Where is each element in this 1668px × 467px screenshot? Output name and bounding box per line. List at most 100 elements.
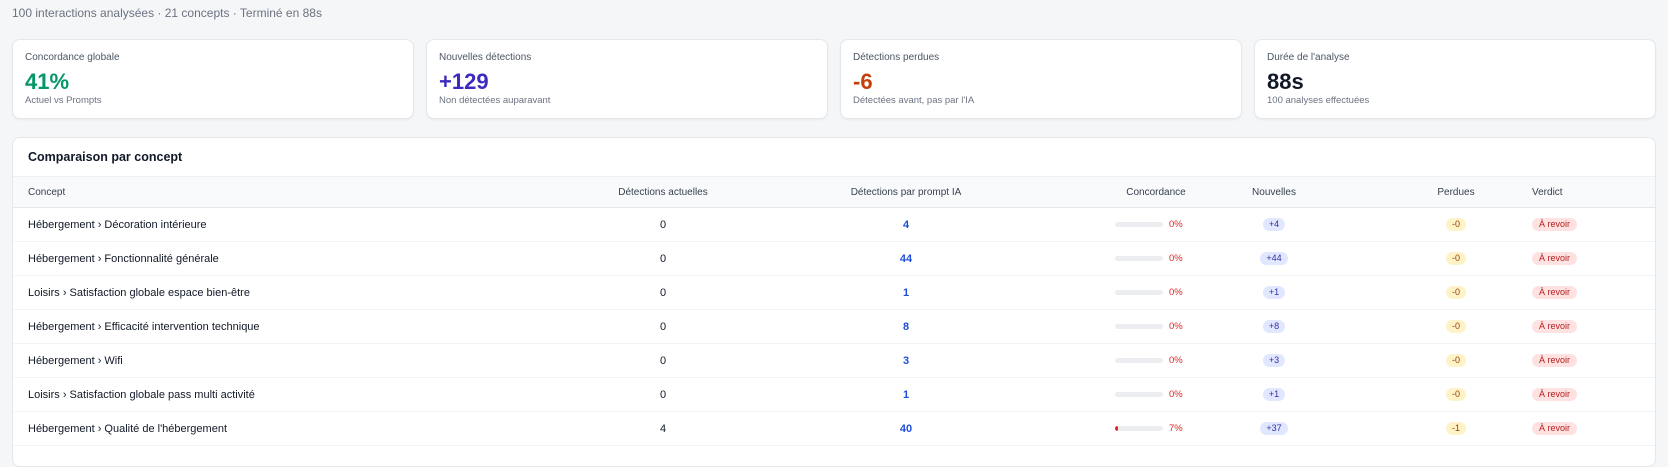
cell-new: +4 bbox=[1229, 208, 1319, 241]
cell-verdict: À revoir bbox=[1532, 242, 1578, 275]
concordance-bar bbox=[1115, 358, 1163, 363]
lost-badge: -0 bbox=[1445, 286, 1466, 299]
cell-concept: Hébergement › Fonctionnalité générale bbox=[28, 252, 219, 265]
card-subtext: Détectées avant, pas par l'IA bbox=[853, 95, 975, 106]
cell-concept: Loisirs › Satisfaction globale espace bi… bbox=[28, 286, 250, 299]
header-new[interactable]: Nouvelles bbox=[1229, 177, 1319, 207]
table-row[interactable]: Hébergement › Qualité de l'hébergement 4… bbox=[13, 412, 1655, 446]
card-label: Durée de l'analyse bbox=[1267, 52, 1350, 63]
concept-comparison-table: Comparaison par concept Concept Détectio… bbox=[12, 137, 1656, 467]
concordance-percent: 0% bbox=[1169, 219, 1183, 230]
new-badge: +4 bbox=[1262, 218, 1286, 231]
card-global-concordance: Concordance globale 41% Actuel vs Prompt… bbox=[12, 39, 414, 119]
cell-new: +8 bbox=[1229, 310, 1319, 343]
concordance-percent: 0% bbox=[1169, 321, 1183, 332]
lost-badge: -0 bbox=[1445, 388, 1466, 401]
cell-actual-detections: 0 bbox=[659, 354, 667, 367]
card-label: Nouvelles détections bbox=[439, 52, 532, 63]
header-prompt-detections[interactable]: Détections par prompt IA bbox=[826, 177, 986, 207]
card-value: 41% bbox=[25, 69, 70, 94]
cell-verdict: À revoir bbox=[1532, 276, 1578, 309]
cell-prompt-detections[interactable]: 3 bbox=[826, 344, 986, 377]
lost-badge: -1 bbox=[1445, 422, 1466, 435]
concordance-bar bbox=[1115, 392, 1163, 397]
table-row[interactable]: Hébergement › Fonctionnalité générale 0 … bbox=[13, 242, 1655, 276]
stats-cards: Concordance globale 41% Actuel vs Prompt… bbox=[12, 39, 1656, 119]
verdict-badge: À revoir bbox=[1532, 388, 1578, 401]
cell-concordance: 0% bbox=[1115, 242, 1215, 275]
new-badge: +37 bbox=[1260, 422, 1288, 435]
card-value: -6 bbox=[853, 69, 873, 94]
table-row[interactable]: Hébergement › Efficacité intervention te… bbox=[13, 310, 1655, 344]
cell-prompt-detections[interactable]: 1 bbox=[826, 378, 986, 411]
concordance-percent: 7% bbox=[1169, 423, 1183, 434]
cell-lost: -0 bbox=[1411, 378, 1501, 411]
concordance-bar bbox=[1115, 324, 1163, 329]
card-subtext: Non détectées auparavant bbox=[439, 95, 551, 106]
card-value: 88s bbox=[1267, 69, 1304, 94]
cell-actual-detections: 0 bbox=[659, 286, 667, 299]
cell-new: +1 bbox=[1229, 276, 1319, 309]
cell-lost: -0 bbox=[1411, 344, 1501, 377]
card-analysis-duration: Durée de l'analyse 88s 100 analyses effe… bbox=[1254, 39, 1656, 119]
cell-prompt-detections[interactable]: 1 bbox=[826, 276, 986, 309]
new-badge: +44 bbox=[1260, 252, 1288, 265]
lost-badge: -0 bbox=[1445, 218, 1466, 231]
concordance-bar bbox=[1115, 290, 1163, 295]
concordance-percent: 0% bbox=[1169, 253, 1183, 264]
cell-concept: Hébergement › Décoration intérieure bbox=[28, 218, 207, 231]
cell-new: +37 bbox=[1229, 412, 1319, 445]
cell-prompt-detections[interactable]: 40 bbox=[826, 412, 986, 445]
header-actual-detections[interactable]: Détections actuelles bbox=[583, 177, 743, 207]
concordance-bar bbox=[1115, 222, 1163, 227]
verdict-badge: À revoir bbox=[1532, 320, 1578, 333]
cell-lost: -0 bbox=[1411, 208, 1501, 241]
cell-concept: Hébergement › Qualité de l'hébergement bbox=[28, 422, 227, 435]
table-row[interactable]: Hébergement › Décoration intérieure 0 4 … bbox=[13, 208, 1655, 242]
verdict-badge: À revoir bbox=[1532, 252, 1578, 265]
cell-actual-detections: 0 bbox=[659, 388, 667, 401]
cell-new: +44 bbox=[1229, 242, 1319, 275]
concordance-bar bbox=[1115, 426, 1163, 431]
card-label: Concordance globale bbox=[25, 52, 120, 63]
cell-verdict: À revoir bbox=[1532, 412, 1578, 445]
new-badge: +1 bbox=[1262, 388, 1286, 401]
new-badge: +3 bbox=[1262, 354, 1286, 367]
table-row[interactable]: Loisirs › Satisfaction globale pass mult… bbox=[13, 378, 1655, 412]
analysis-summary: 100 interactions analysées · 21 concepts… bbox=[12, 6, 322, 20]
cell-actual-detections: 0 bbox=[659, 320, 667, 333]
header-concordance[interactable]: Concordance bbox=[1076, 177, 1236, 207]
verdict-badge: À revoir bbox=[1532, 286, 1578, 299]
verdict-badge: À revoir bbox=[1532, 354, 1578, 367]
cell-lost: -0 bbox=[1411, 242, 1501, 275]
cell-verdict: À revoir bbox=[1532, 344, 1578, 377]
cell-new: +1 bbox=[1229, 378, 1319, 411]
card-value: +129 bbox=[439, 69, 489, 94]
cell-concordance: 0% bbox=[1115, 208, 1215, 241]
cell-concept: Hébergement › Wifi bbox=[28, 354, 123, 367]
header-verdict[interactable]: Verdict bbox=[1532, 177, 1563, 207]
cell-concordance: 0% bbox=[1115, 310, 1215, 343]
cell-prompt-detections[interactable]: 44 bbox=[826, 242, 986, 275]
lost-badge: -0 bbox=[1445, 252, 1466, 265]
table-row[interactable]: Hébergement › Wifi 0 3 0% +3 -0 À revoir bbox=[13, 344, 1655, 378]
verdict-badge: À revoir bbox=[1532, 422, 1578, 435]
cell-concept: Loisirs › Satisfaction globale pass mult… bbox=[28, 388, 255, 401]
cell-prompt-detections[interactable]: 4 bbox=[826, 208, 986, 241]
card-subtext: Actuel vs Prompts bbox=[25, 95, 102, 106]
header-lost[interactable]: Perdues bbox=[1411, 177, 1501, 207]
verdict-badge: À revoir bbox=[1532, 218, 1578, 231]
table-row[interactable]: Loisirs › Satisfaction globale espace bi… bbox=[13, 276, 1655, 310]
header-concept[interactable]: Concept bbox=[28, 177, 65, 207]
cell-concordance: 0% bbox=[1115, 276, 1215, 309]
cell-verdict: À revoir bbox=[1532, 208, 1578, 241]
concordance-percent: 0% bbox=[1169, 355, 1183, 366]
concordance-percent: 0% bbox=[1169, 389, 1183, 400]
table-header: Concept Détections actuelles Détections … bbox=[13, 176, 1655, 208]
cell-actual-detections: 0 bbox=[659, 252, 667, 265]
concordance-bar bbox=[1115, 256, 1163, 261]
card-label: Détections perdues bbox=[853, 52, 940, 63]
table-title: Comparaison par concept bbox=[28, 150, 183, 164]
cell-prompt-detections[interactable]: 8 bbox=[826, 310, 986, 343]
cell-lost: -1 bbox=[1411, 412, 1501, 445]
